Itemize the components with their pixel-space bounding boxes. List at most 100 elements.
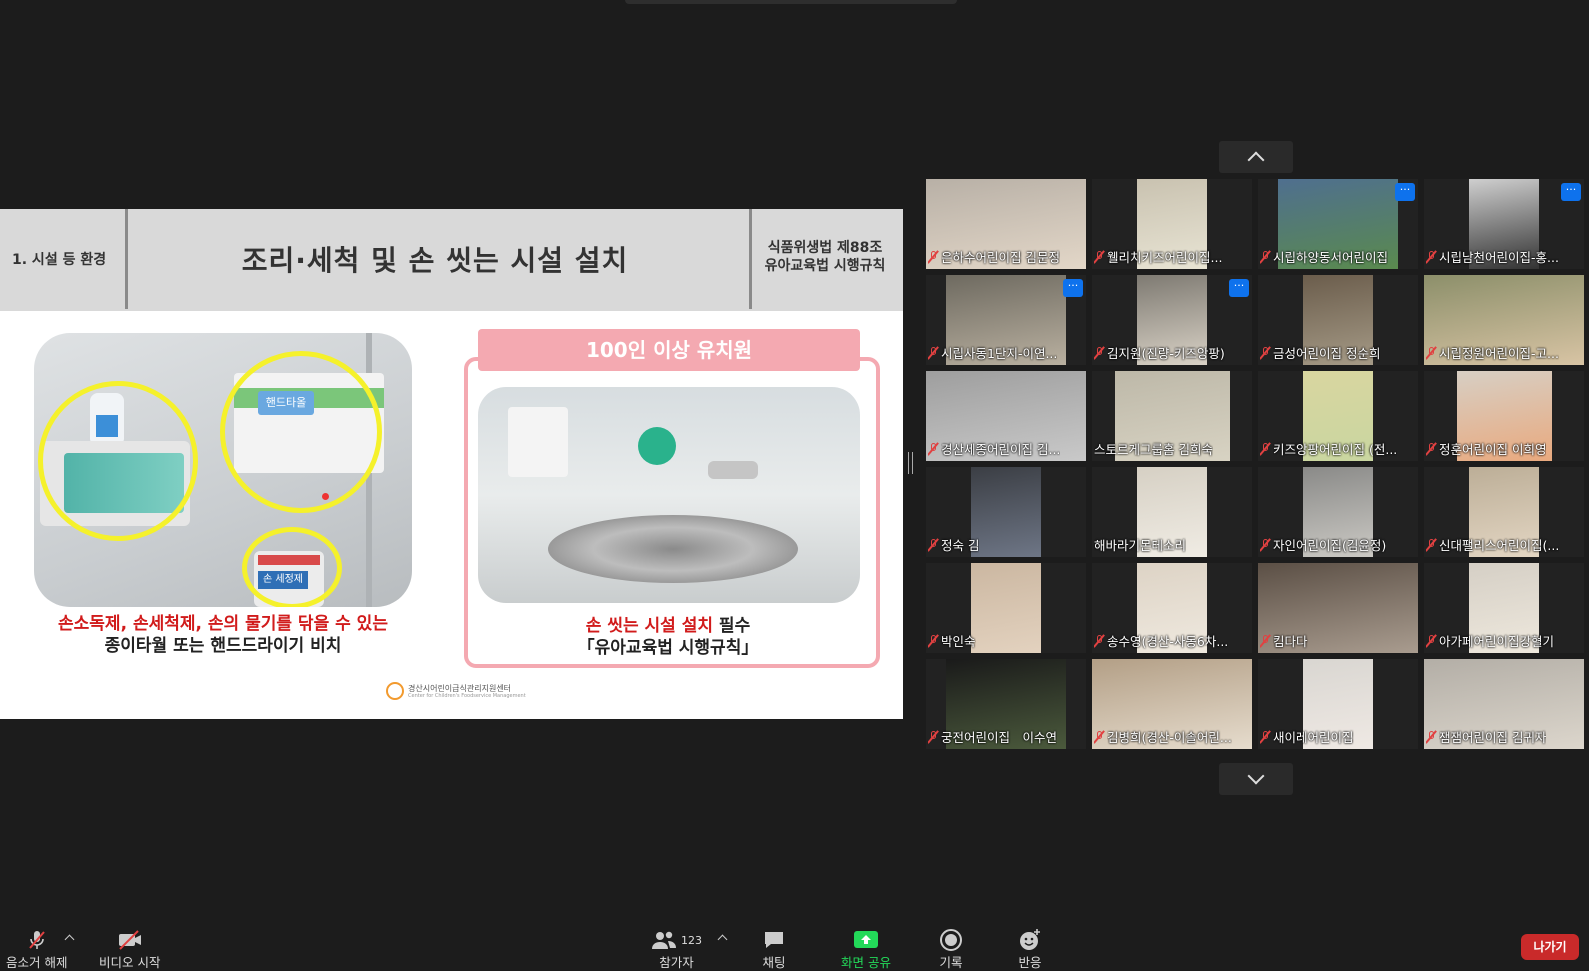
- participant-name-text: 자인어린이집(김윤정): [1273, 538, 1387, 553]
- participant-name-text: 금성어린이집 정순희: [1273, 346, 1381, 361]
- participant-tile[interactable]: 김병희(경산-이솔어린...: [1092, 659, 1252, 749]
- splitter-handle[interactable]: [908, 452, 913, 474]
- mic-muted-icon: [1260, 250, 1270, 264]
- highlight-circle: [38, 381, 198, 541]
- participant-name: 경산세종어린이집 김...: [928, 439, 1084, 458]
- participant-name: 스토르게그룹홈 김희숙: [1094, 439, 1250, 458]
- chevron-up-icon: [1247, 151, 1265, 169]
- sink-sticker: [638, 427, 676, 465]
- participant-tile[interactable]: 자인어린이집(김윤정): [1258, 467, 1418, 557]
- mic-muted-icon: [928, 634, 938, 648]
- gallery-next-button[interactable]: [1219, 763, 1293, 795]
- participant-name: 박인숙: [928, 631, 1084, 650]
- participant-tile[interactable]: 은하수어린이집 김문정: [926, 179, 1086, 269]
- chevron-down-icon: [1247, 767, 1265, 785]
- participant-gallery: 은하수어린이집 김문정 웰리치키즈어린이집... ··· 시립하양동서어린이집 ··· 시…: [926, 179, 1586, 749]
- participant-name: 해바라기몬테소리: [1094, 535, 1250, 554]
- participant-tile[interactable]: 잼잼어린이집 김귀자: [1424, 659, 1584, 749]
- sink-faucet: [708, 461, 758, 479]
- participants-options-caret[interactable]: [717, 934, 728, 945]
- participants-button[interactable]: 123 참가자: [651, 928, 702, 971]
- unmute-button[interactable]: 음소거 해제: [6, 928, 67, 971]
- highlight-circle: [220, 351, 382, 513]
- participant-tile[interactable]: 정훈어린이집 이희영: [1424, 371, 1584, 461]
- participant-tile[interactable]: 정숙 김: [926, 467, 1086, 557]
- unmute-label: 음소거 해제: [6, 955, 68, 970]
- start-video-button[interactable]: 비디오 시작: [99, 928, 160, 971]
- kindergarten-box-title: 100인 이상 유치원: [478, 329, 860, 371]
- gallery-prev-button[interactable]: [1219, 141, 1293, 173]
- left-caption-black: 종이타월 또는 핸드드라이기 비치: [104, 636, 342, 656]
- mic-muted-icon: [928, 442, 938, 456]
- participant-name: 김지원(진량-키즈앙팡): [1094, 343, 1250, 362]
- mic-muted-icon: [1426, 730, 1436, 744]
- shared-screen: 1. 시설 등 환경 조리·세척 및 손 씻는 시설 설치 식품위생법 제88조…: [0, 209, 903, 719]
- participant-tile[interactable]: 박인숙: [926, 563, 1086, 653]
- more-icon[interactable]: ···: [1229, 279, 1249, 297]
- participant-tile[interactable]: 해바라기몬테소리: [1092, 467, 1252, 557]
- mic-muted-icon: [1426, 634, 1436, 648]
- participant-name: 잼잼어린이집 김귀자: [1426, 727, 1582, 746]
- participant-name-text: 잼잼어린이집 김귀자: [1439, 730, 1547, 745]
- participant-tile[interactable]: 킴다다: [1258, 563, 1418, 653]
- participant-tile[interactable]: ··· 시립사동1단지-이연...: [926, 275, 1086, 365]
- participant-tile[interactable]: 키즈앙팡어린이집 (전...: [1258, 371, 1418, 461]
- participant-tile[interactable]: 새이레어린이집: [1258, 659, 1418, 749]
- participant-tile[interactable]: 경산세종어린이집 김...: [926, 371, 1086, 461]
- mic-muted-icon: [1426, 250, 1436, 264]
- logo-text: 경산시어린이급식관리지원센터: [408, 683, 512, 693]
- more-icon[interactable]: ···: [1063, 279, 1083, 297]
- participant-name-text: 해바라기몬테소리: [1094, 538, 1187, 553]
- logo-subtext: Center for Children's Foodservice Manage…: [408, 692, 526, 699]
- participants-count: 123: [681, 933, 702, 947]
- participant-tile[interactable]: 금성어린이집 정순희: [1258, 275, 1418, 365]
- participant-name: 키즈앙팡어린이집 (전...: [1260, 439, 1416, 458]
- slide-law-reference: 식품위생법 제88조 유아교육법 시행규칙: [750, 239, 900, 275]
- law-line-1: 식품위생법 제88조: [767, 240, 883, 256]
- participant-name-text: 송수영(경산-사동6차...: [1107, 634, 1229, 649]
- reactions-button[interactable]: 반응: [1018, 928, 1042, 971]
- top-drag-handle[interactable]: [625, 0, 957, 4]
- record-button[interactable]: 기록: [939, 928, 963, 971]
- participant-name-text: 정훈어린이집 이희영: [1439, 442, 1547, 457]
- participant-tile[interactable]: 신대팰리스어린이집(...: [1424, 467, 1584, 557]
- mic-muted-icon: [928, 250, 938, 264]
- participant-name: 시립정원어린이집-고...: [1426, 343, 1582, 362]
- mic-muted-icon: [1260, 634, 1270, 648]
- highlight-circle: [242, 527, 342, 607]
- mic-muted-icon: [1426, 538, 1436, 552]
- mic-muted-icon: [1426, 442, 1436, 456]
- logo-icon: [386, 682, 404, 700]
- participant-tile[interactable]: 웰리치키즈어린이집...: [1092, 179, 1252, 269]
- share-screen-button[interactable]: 화면 공유: [841, 928, 891, 971]
- participant-tile[interactable]: 스토르게그룹홈 김희숙: [1092, 371, 1252, 461]
- mic-muted-icon: [1260, 442, 1270, 456]
- mic-muted-icon: [928, 346, 938, 360]
- right-photo: [478, 387, 860, 603]
- more-icon[interactable]: ···: [1395, 183, 1415, 201]
- right-caption-black: 「유아교육법 시행규칙」: [577, 638, 759, 658]
- reactions-label: 반응: [1018, 955, 1042, 970]
- participant-tile[interactable]: 궁전어린이집 이수연: [926, 659, 1086, 749]
- mic-muted-icon: [1094, 250, 1104, 264]
- leave-button[interactable]: 나가기: [1521, 934, 1579, 960]
- participant-tile[interactable]: 아가페어린이집강혈기: [1424, 563, 1584, 653]
- participant-name-text: 시립하양동서어린이집: [1273, 250, 1389, 265]
- mic-muted-icon: [1426, 346, 1436, 360]
- slide-header: 1. 시설 등 환경 조리·세척 및 손 씻는 시설 설치 식품위생법 제88조…: [0, 209, 903, 311]
- participants-label: 참가자: [659, 955, 694, 970]
- participant-tile[interactable]: ··· 시립하양동서어린이집: [1258, 179, 1418, 269]
- participant-name: 금성어린이집 정순희: [1260, 343, 1416, 362]
- participant-tile[interactable]: 시립정원어린이집-고...: [1424, 275, 1584, 365]
- participant-tile[interactable]: ··· 시립남천어린이집-홍...: [1424, 179, 1584, 269]
- participant-name-text: 키즈앙팡어린이집 (전...: [1273, 442, 1398, 457]
- participant-tile[interactable]: 송수영(경산-사동6차...: [1092, 563, 1252, 653]
- participant-name: 킴다다: [1260, 631, 1416, 650]
- participant-tile[interactable]: ··· 김지원(진량-키즈앙팡): [1092, 275, 1252, 365]
- participant-name-text: 정숙 김: [941, 538, 980, 553]
- chat-button[interactable]: 채팅: [762, 928, 786, 971]
- more-icon[interactable]: ···: [1561, 183, 1581, 201]
- mic-muted-icon: [1094, 346, 1104, 360]
- participant-name: 은하수어린이집 김문정: [928, 247, 1084, 266]
- center-logo: 경산시어린이급식관리지원센터 Center for Children's Foo…: [386, 681, 526, 701]
